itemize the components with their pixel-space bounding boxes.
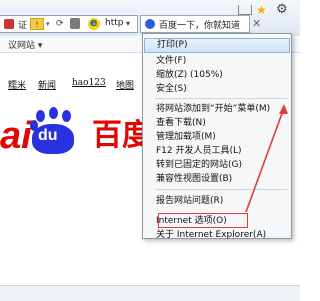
status-bar — [0, 285, 300, 301]
annotation-arrow-icon — [245, 104, 288, 213]
